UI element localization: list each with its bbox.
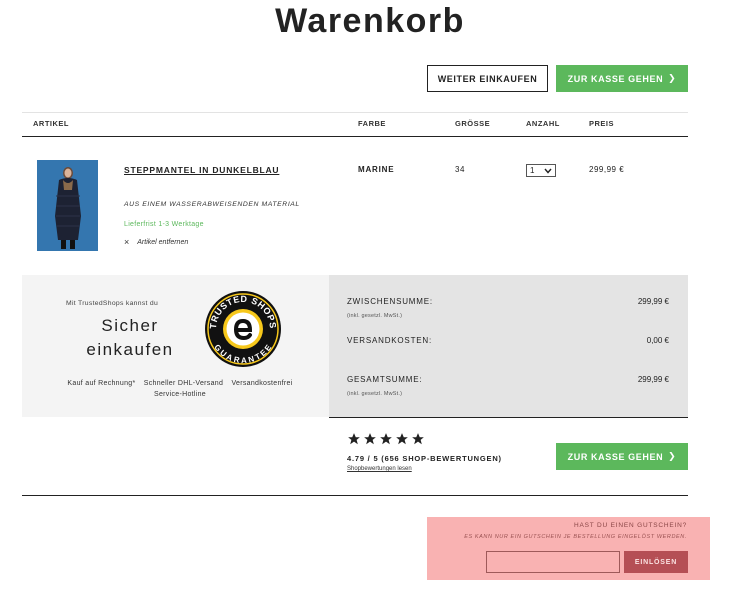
total-label: GESAMTSUMME: (347, 375, 423, 384)
column-header-color: FARBE (358, 119, 386, 128)
column-header-quantity: ANZAHL (526, 119, 560, 128)
coat-image-icon (37, 160, 98, 251)
page-title: Warenkorb (275, 2, 465, 40)
checkout-button-bottom[interactable]: ZUR KASSE GEHEN ❯ (556, 443, 688, 470)
feature-free-shipping: Versandkostenfrei (231, 380, 293, 387)
feature-dhl: Schneller DHL-Versand (143, 380, 224, 387)
checkout-button-top[interactable]: ZUR KASSE GEHEN ❯ (556, 65, 688, 92)
coupon-title: HAST DU EINEN GUTSCHEIN? (574, 522, 687, 529)
star-icon (380, 433, 392, 445)
total-value: 299,99 € (637, 375, 669, 384)
remove-item-button[interactable]: × Artikel entfernen (124, 237, 188, 247)
footer-divider (22, 495, 688, 496)
coupon-note: ES KANN NUR EIN GUTSCHEIN JE BESTELLUNG … (464, 534, 687, 540)
product-price: 299,99 € (589, 165, 625, 174)
column-header-article: ARTIKEL (33, 119, 69, 128)
shipping-label: VERSANDKOSTEN: (347, 336, 432, 345)
column-header-size: GRÖSSE (455, 119, 491, 128)
header-divider (22, 136, 688, 137)
feature-hotline: Service-Hotline (154, 391, 206, 398)
product-description: AUS EINEM WASSERABWEISENDEN MATERIAL (124, 201, 300, 208)
star-icon (348, 433, 360, 445)
subtotal-label: ZWISCHENSUMME: (347, 297, 433, 306)
subtotal-tax-note: (inkl. gesetzl. MwSt.) (347, 313, 403, 319)
shipping-value: 0,00 € (646, 336, 669, 345)
continue-shopping-button[interactable]: WEITER EINKAUFEN (427, 65, 548, 92)
quantity-value: 1 (530, 166, 535, 175)
chevron-right-icon: ❯ (668, 73, 677, 83)
header-top-divider (22, 112, 688, 113)
delivery-time: Lieferfrist 1-3 Werktage (124, 221, 204, 228)
trusted-shops-headline-line2: einkaufen (86, 340, 174, 359)
star-icon (364, 433, 376, 445)
product-image[interactable] (37, 160, 98, 251)
quantity-select[interactable]: 1 (526, 164, 556, 177)
rating-summary: 4.79 / 5 (656 SHOP-BEWERTUNGEN) (347, 454, 502, 463)
read-reviews-link[interactable]: Shopbewertungen lesen (347, 466, 412, 472)
trusted-shops-intro: Mit TrustedShops kannst du (66, 300, 159, 307)
star-icon (412, 433, 424, 445)
close-icon: × (124, 237, 130, 247)
trusted-shops-headline-line1: Sicher (101, 316, 159, 335)
summary-divider (329, 417, 688, 418)
product-size: 34 (455, 165, 465, 174)
remove-item-label: Artikel entfernen (137, 238, 189, 246)
trusted-shops-badge[interactable]: TRUSTED SHOPS GUARANTEE (204, 290, 282, 373)
star-icon (396, 433, 408, 445)
chevron-right-icon: ❯ (668, 451, 677, 461)
total-tax-note: (inkl. gesetzl. MwSt.) (347, 391, 403, 397)
checkout-button-label: ZUR KASSE GEHEN (567, 73, 664, 84)
chevron-down-icon (544, 168, 552, 174)
trusted-shops-features: Kauf auf Rechnung* Schneller DHL-Versand… (40, 378, 320, 400)
feature-invoice: Kauf auf Rechnung* (67, 380, 136, 387)
coupon-code-input[interactable] (486, 551, 620, 573)
trusted-shops-seal-icon: TRUSTED SHOPS GUARANTEE (205, 291, 281, 367)
column-header-price: PREIS (589, 119, 615, 128)
checkout-button-label: ZUR KASSE GEHEN (567, 451, 664, 462)
subtotal-value: 299,99 € (637, 297, 669, 306)
rating-stars (347, 432, 425, 446)
product-name-link[interactable]: STEPPMANTEL IN DUNKELBLAU (124, 165, 279, 175)
product-color: MARINE (358, 165, 395, 174)
redeem-coupon-button[interactable]: EINLÖSEN (624, 551, 688, 573)
